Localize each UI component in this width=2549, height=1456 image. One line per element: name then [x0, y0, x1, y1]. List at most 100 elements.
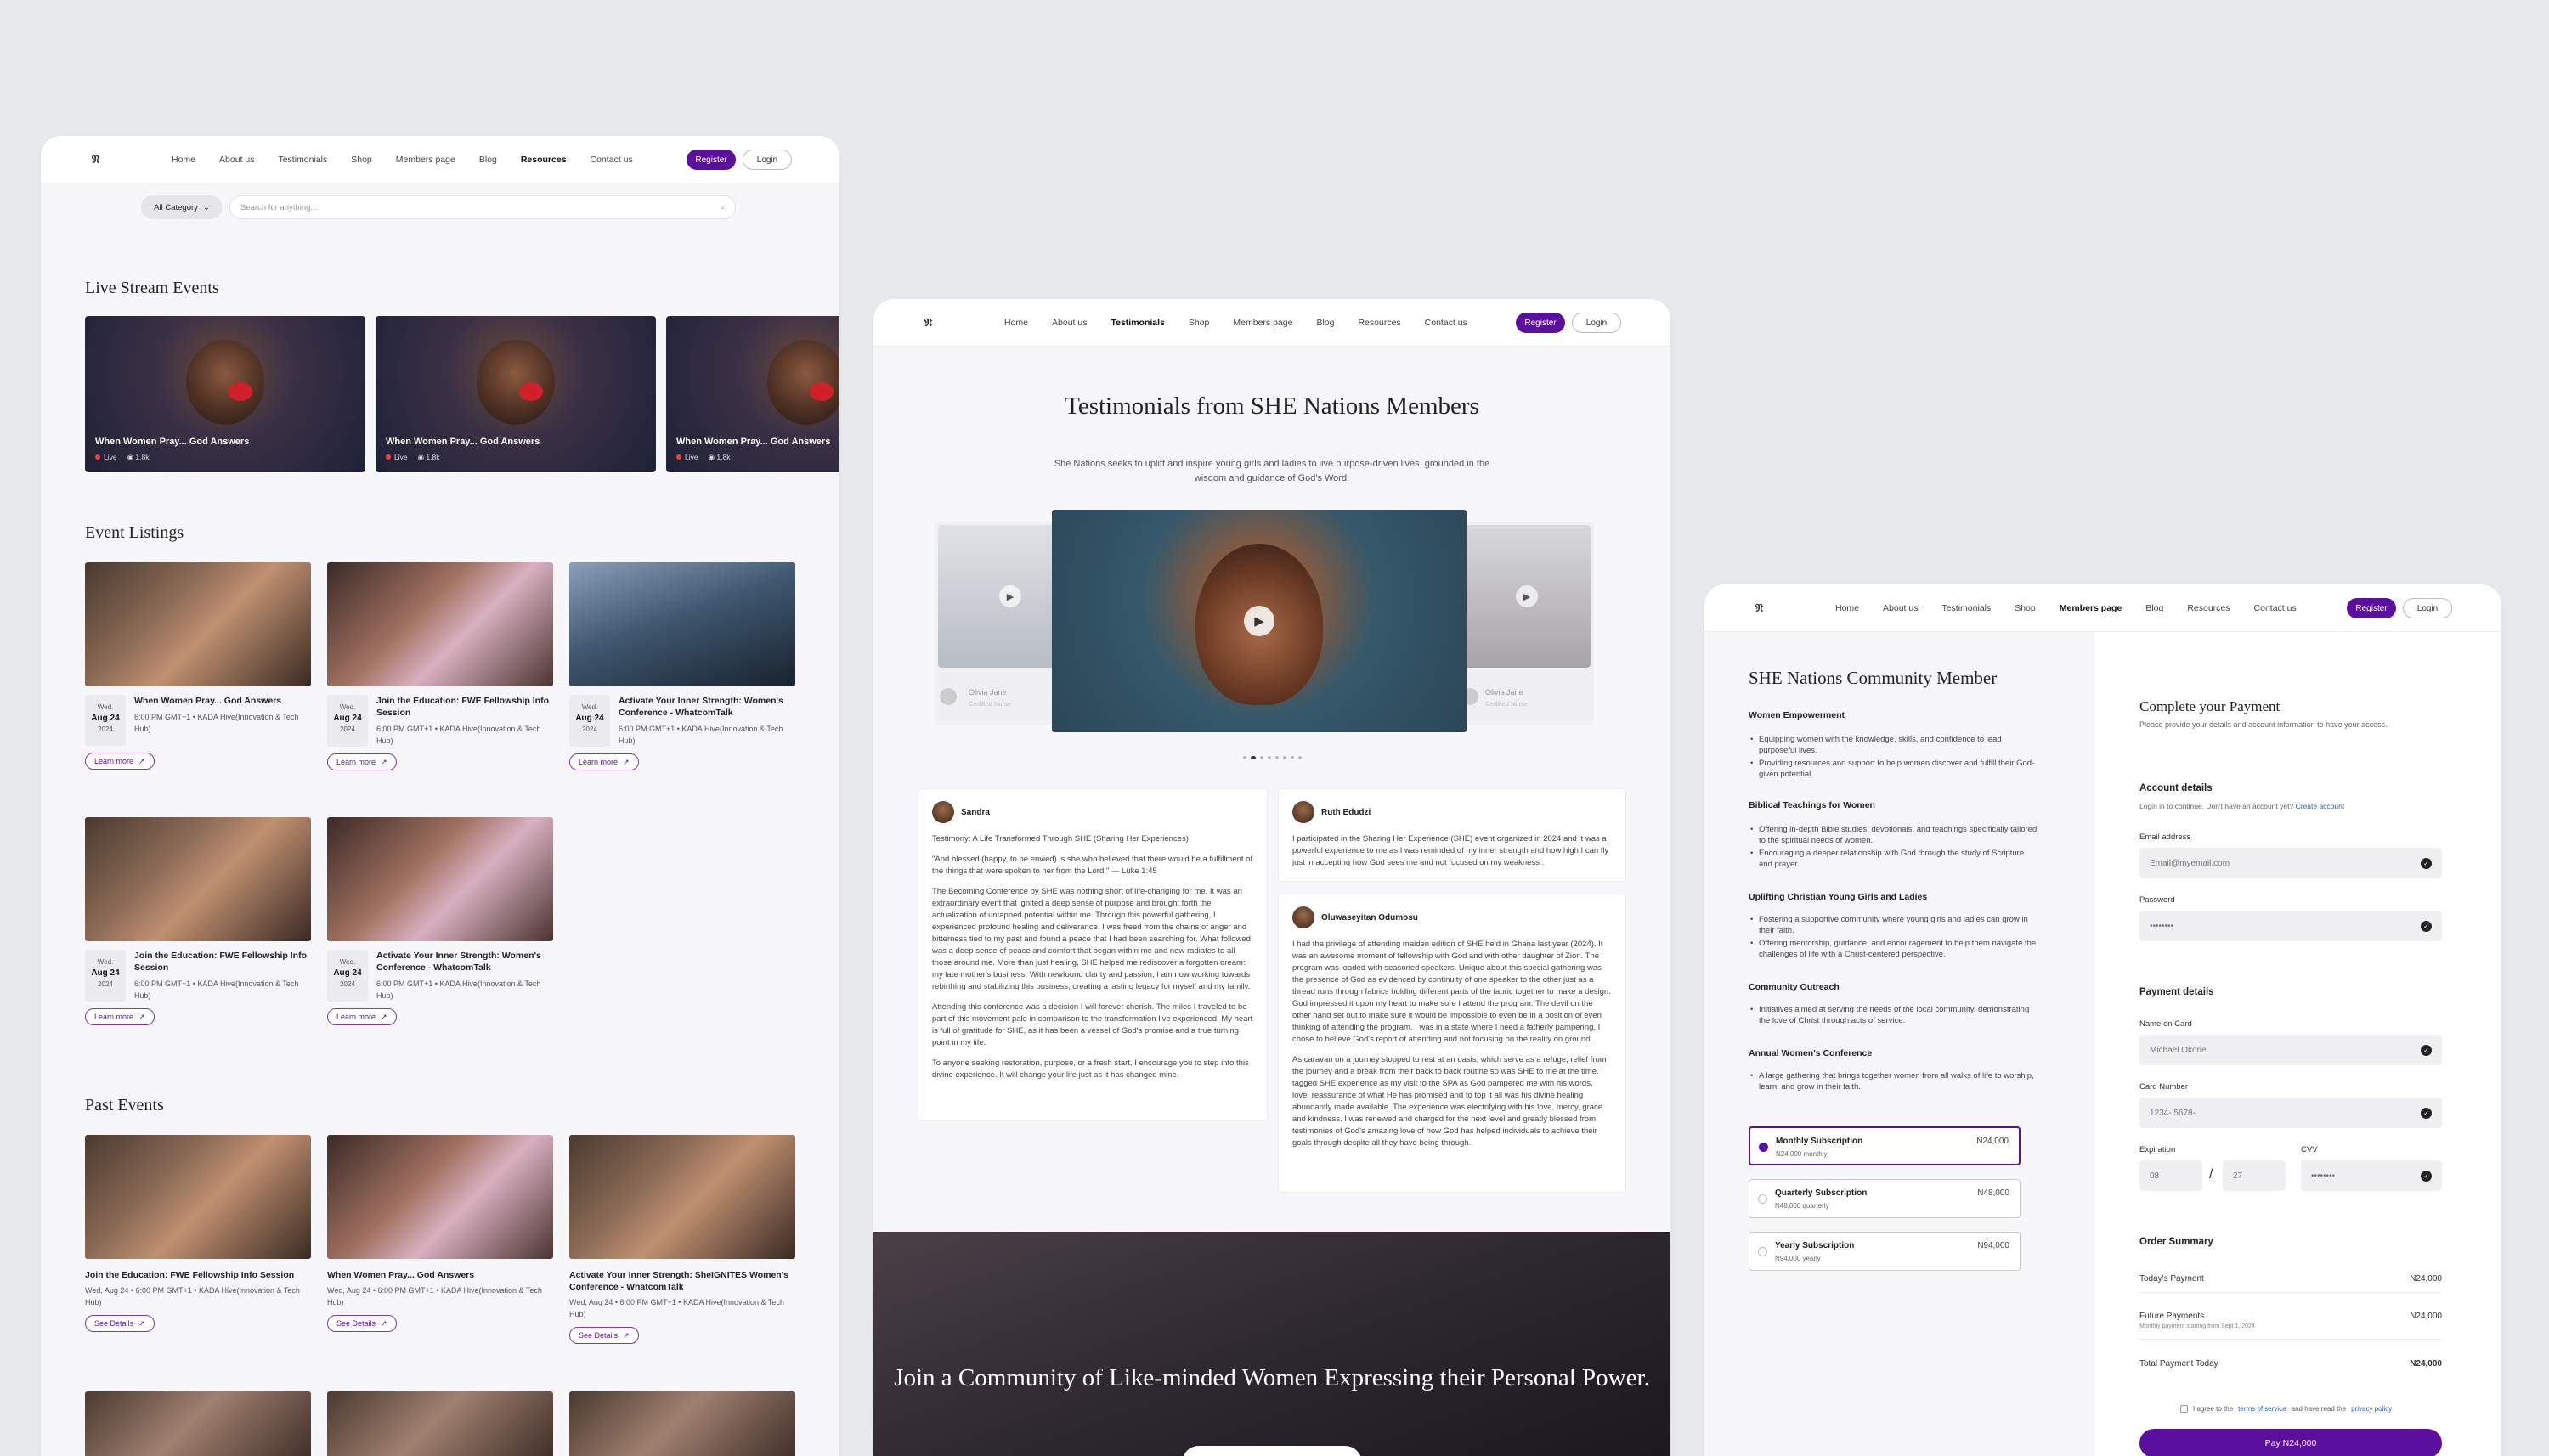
pay-button[interactable]: Pay N24,000	[2139, 1429, 2442, 1456]
cta-button[interactable]	[1182, 1446, 1362, 1456]
live-card-title: When Women Pray... God Answers	[676, 437, 831, 447]
play-icon[interactable]: ▶	[1244, 606, 1274, 636]
see-details-button[interactable]: See Details ↗	[327, 1315, 397, 1332]
password-field[interactable]: •••••••• ✓	[2139, 911, 2442, 941]
live-card[interactable]: When Women Pray... God Answers Live ◉ 1.8k	[376, 316, 656, 472]
past-event-card[interactable]: When Women Pray... God Answers Wed, Aug 2…	[327, 1135, 553, 1332]
see-details-button[interactable]: See Details ↗	[569, 1327, 639, 1344]
card-number-field[interactable]: 1234- 5678- ✓	[2139, 1098, 2442, 1128]
register-button[interactable]: Register	[2347, 598, 2396, 618]
carousel-card-left[interactable]: ▶ Olivia Jane Certified Nurse	[935, 522, 1067, 725]
nav-shop[interactable]: Shop	[1189, 318, 1210, 328]
learn-more-button[interactable]: Learn more ↗	[327, 753, 397, 770]
email-field[interactable]: Email@myemail.com ✓	[2139, 848, 2442, 878]
site-logo[interactable]: 𝔑	[92, 153, 99, 166]
search-icon[interactable]: ⌕	[721, 203, 725, 212]
event-card[interactable]: Wed. Aug 24 2024 Join the Education: FWE Fe…	[85, 817, 311, 1025]
nav-shop[interactable]: Shop	[2015, 603, 2036, 613]
nav-home[interactable]: Home	[1835, 603, 1859, 613]
carousel-dot[interactable]	[1297, 756, 1302, 759]
nav-about[interactable]: About us	[219, 155, 254, 165]
plan-sub: N24,000 monthly	[1776, 1150, 1828, 1158]
nav-contact[interactable]: Contact us	[1425, 318, 1467, 328]
learn-more-button[interactable]: Learn more ↗	[85, 753, 155, 770]
nav-members[interactable]: Members page	[2060, 603, 2122, 613]
past-event-card[interactable]: Join the Education: FWE Fellowship Info …	[85, 1135, 311, 1332]
play-icon[interactable]: ▶	[1516, 585, 1538, 607]
event-year: 2024	[582, 725, 597, 733]
cvv-field[interactable]: •••••••• ✓	[2301, 1160, 2442, 1191]
carousel-dots	[873, 756, 1670, 759]
nav-contact[interactable]: Contact us	[591, 155, 633, 165]
nav-about[interactable]: About us	[1883, 603, 1918, 613]
exp-year-field[interactable]: 27	[2223, 1160, 2286, 1191]
nav-members[interactable]: Members page	[396, 155, 455, 165]
event-card[interactable]: Wed. Aug 24 2024 When Women Pray... God Ans…	[85, 562, 311, 770]
nav-contact[interactable]: Contact us	[2254, 603, 2297, 613]
carousel-dot[interactable]	[1250, 756, 1256, 759]
carousel-dot[interactable]	[1267, 756, 1271, 759]
nav-home[interactable]: Home	[1004, 318, 1028, 328]
radio-button[interactable]	[1759, 1143, 1768, 1152]
event-image[interactable]	[327, 1391, 553, 1456]
carousel-dot[interactable]	[1259, 756, 1263, 759]
login-button[interactable]: Login	[1572, 313, 1621, 333]
plan-option-quarterly[interactable]: Quarterly Subscription N48,000 quarterly N…	[1749, 1179, 2021, 1218]
nav-resources[interactable]: Resources	[2187, 603, 2230, 613]
nav-testimonials[interactable]: Testimonials	[278, 155, 327, 165]
plan-option-yearly[interactable]: Yearly Subscription N94,000 yearly N94,000	[1749, 1232, 2021, 1271]
event-card[interactable]: Wed. Aug 24 2024 Join the Education: FWE Fe…	[327, 562, 553, 770]
login-button[interactable]: Login	[743, 150, 792, 170]
event-image[interactable]	[85, 1391, 311, 1456]
register-button[interactable]: Register	[1516, 313, 1565, 333]
carousel-dot[interactable]	[1242, 756, 1246, 759]
event-meta: 6:00 PM GMT+1 • KADA Hive(Innovation & T…	[134, 713, 299, 733]
carousel-dot[interactable]	[1274, 756, 1279, 759]
see-details-button[interactable]: See Details ↗	[85, 1315, 155, 1332]
live-card[interactable]: When Women Pray... God Answers Live ◉ 1.8k	[85, 316, 365, 472]
featured-video[interactable]: ▶	[1052, 510, 1467, 732]
nav-blog[interactable]: Blog	[479, 155, 497, 165]
nav-shop[interactable]: Shop	[351, 155, 372, 165]
nav-testimonials[interactable]: Testimonials	[1941, 603, 1991, 613]
register-button[interactable]: Register	[687, 150, 736, 170]
privacy-link[interactable]: privacy policy	[2351, 1405, 2392, 1413]
plan-option-monthly[interactable]: Monthly Subscription N24,000 monthly N24,0…	[1749, 1126, 2021, 1165]
learn-more-button[interactable]: Learn more ↗	[569, 753, 639, 770]
nav-resources[interactable]: Resources	[521, 155, 567, 165]
avatar	[1292, 906, 1314, 928]
learn-more-button[interactable]: Learn more ↗	[327, 1008, 397, 1025]
nav-resources[interactable]: Resources	[1358, 318, 1400, 328]
carousel-dot[interactable]	[1290, 756, 1294, 759]
login-button[interactable]: Login	[2403, 598, 2452, 618]
live-card[interactable]: When Women Pray... God Answers Live ◉ 1.8k	[666, 316, 839, 472]
navbar: 𝔑 Home About us Testimonials Shop Member…	[41, 136, 839, 183]
site-logo[interactable]: 𝔑	[1755, 601, 1763, 615]
create-account-link[interactable]: Create account	[2296, 802, 2345, 810]
event-card[interactable]: Wed. Aug 24 2024 Activate Your Inner Streng…	[327, 817, 553, 1025]
event-image[interactable]	[569, 1391, 795, 1456]
event-card[interactable]: Wed. Aug 24 2024 Activate Your Inner Streng…	[569, 562, 795, 770]
play-icon[interactable]: ▶	[999, 585, 1021, 607]
carousel-card-right[interactable]: ▶ Olivia Jane Certified Nurse	[1461, 522, 1594, 725]
nav-testimonials[interactable]: Testimonials	[1111, 318, 1164, 328]
past-event-card[interactable]: Activate Your Inner Strength: SheIGNITES…	[569, 1135, 795, 1344]
nav-about[interactable]: About us	[1052, 318, 1087, 328]
search-input[interactable]: Search for anything... ⌕	[229, 195, 736, 219]
nav-blog[interactable]: Blog	[1316, 318, 1334, 328]
terms-checkbox[interactable]	[2180, 1405, 2188, 1413]
testimonial-text: Attending this conference was a decision…	[932, 1002, 1253, 1047]
radio-button[interactable]	[1758, 1194, 1767, 1204]
total-row: Total Payment Today N24,000	[2139, 1359, 2442, 1377]
nav-blog[interactable]: Blog	[2145, 603, 2163, 613]
category-dropdown[interactable]: All Category ⌄	[141, 195, 223, 219]
site-logo[interactable]: 𝔑	[924, 316, 932, 330]
learn-more-button[interactable]: Learn more ↗	[85, 1008, 155, 1025]
exp-month-field[interactable]: 08	[2139, 1160, 2202, 1191]
nav-home[interactable]: Home	[172, 155, 195, 165]
nav-members[interactable]: Members page	[1233, 318, 1292, 328]
terms-link[interactable]: terms of service	[2238, 1405, 2286, 1413]
radio-button[interactable]	[1758, 1247, 1767, 1256]
card-name-field[interactable]: Michael Okorie ✓	[2139, 1035, 2442, 1065]
carousel-dot[interactable]	[1282, 756, 1286, 759]
